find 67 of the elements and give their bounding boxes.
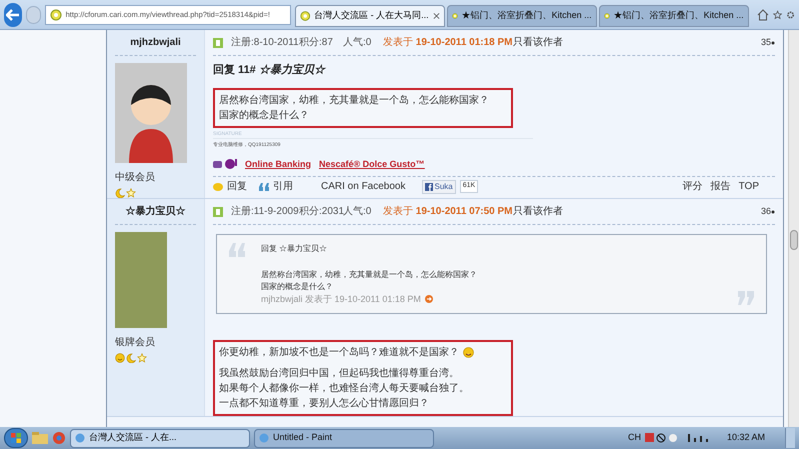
user-icon (213, 206, 223, 216)
speech-bubble-icon (213, 182, 223, 190)
moon-icon (126, 353, 136, 363)
browser-tab[interactable]: ★铝门、浴室折叠门、Kitchen ... (446, 4, 597, 26)
post-time: 发表于 19-10-2011 07:50 PM (383, 204, 513, 219)
popularity: 人气:0 (343, 36, 372, 50)
post-time: 发表于 19-10-2011 01:18 PM (383, 36, 513, 50)
smiley-icon (115, 353, 125, 363)
author-only-link[interactable]: 只看该作者 (513, 204, 563, 219)
laughing-emoji-icon (463, 347, 474, 358)
author-name[interactable]: ☆暴力宝贝☆ (115, 199, 196, 225)
close-quote-mark-icon (738, 291, 754, 305)
back-button[interactable] (4, 2, 22, 26)
avatar-silhouette-icon (115, 63, 187, 163)
taskbar-item[interactable]: Untitled - Paint (254, 428, 434, 448)
rate-link[interactable]: 评分 (682, 179, 703, 194)
back-arrow-icon (6, 8, 20, 20)
points: 积分:87 (299, 36, 334, 50)
moon-icon (115, 188, 125, 198)
user-icon (213, 38, 223, 48)
quote-text: 居然称台湾国家，幼稚，充其量就是一个岛，怎么能称国家？ 国家的概念是什么？ (261, 269, 478, 293)
app-icon (259, 433, 269, 443)
browser-tab[interactable]: 台灣人交流區 - 人在大马同... (294, 4, 445, 26)
post-title: 回复 11# ☆暴力宝贝☆ (213, 62, 327, 78)
clock: 10:32 AM (726, 431, 765, 444)
report-link[interactable]: 报告 (710, 179, 731, 194)
post-paragraph: 你更幼稚，新加坡不也是一个岛吗？难道就不是国家？ (219, 346, 459, 360)
open-quote-mark-icon (229, 243, 245, 257)
like-button[interactable]: Suka (422, 180, 456, 194)
ad-link[interactable]: Nescafé® Dolce Gusto™ (319, 158, 425, 171)
top-link[interactable]: TOP (738, 179, 759, 194)
post-body: 居然称台湾国家，幼稚，充其量就是一个岛，怎么能称国家？ 国家的概念是什么？ (213, 88, 513, 128)
quote-source: mjhzbwjali 发表于 19-10-2011 01:18 PM (261, 293, 421, 305)
home-icon[interactable] (756, 8, 769, 20)
facebook-icon (424, 182, 432, 190)
quote-icon (259, 182, 269, 190)
facebook-link[interactable]: CARI on Facebook (321, 179, 406, 194)
ad-link[interactable]: Online Banking (245, 158, 312, 171)
floor-number[interactable]: 36 (760, 204, 771, 218)
go-arrow-icon (424, 295, 433, 303)
join-date: 注册:11-9-2009 (231, 204, 299, 219)
points: 积分:2031 (299, 205, 343, 219)
popularity: 人气:0 (343, 205, 372, 219)
page-icon (50, 8, 62, 20)
floor-number[interactable]: 35 (760, 36, 771, 50)
settings-icon[interactable] (786, 8, 795, 20)
start-button[interactable] (4, 428, 28, 448)
star-icon[interactable] (772, 8, 782, 20)
author-only-link[interactable]: 只看该作者 (513, 35, 563, 50)
browser-tab[interactable]: ★铝门、浴室折叠门、Kitchen ... (598, 4, 749, 26)
star-icon (126, 188, 136, 198)
taskbar-item[interactable]: 台灣人交流區 - 人在... (70, 428, 250, 448)
quote-link[interactable]: 引用 (273, 179, 293, 194)
author-name[interactable]: mjhzbwjali (115, 30, 196, 56)
language-indicator[interactable]: CH (628, 431, 641, 445)
member-rank: 银牌会员 (115, 336, 156, 350)
scrollbar[interactable] (788, 30, 799, 427)
reply-link[interactable]: 回复 (227, 179, 247, 194)
close-icon[interactable] (432, 12, 440, 20)
member-rank: 中级会员 (115, 170, 156, 185)
quote-heading: 回复 ☆暴力宝贝☆ (261, 243, 328, 255)
join-date: 注册:8-10-2011 (231, 36, 299, 50)
page-icon (300, 10, 310, 22)
star-icon (137, 353, 147, 363)
app-icon (75, 433, 85, 443)
windows-logo-icon (11, 433, 21, 443)
post-paragraph: 我虽然鼓励台湾回归中国，但起码我也懂得尊重台湾。 如果每个人都像你一样，也难怪台湾人每天要喊台独了。 一点都不知道尊重，要别人怎么心甘情愿回归？ (219, 366, 470, 411)
